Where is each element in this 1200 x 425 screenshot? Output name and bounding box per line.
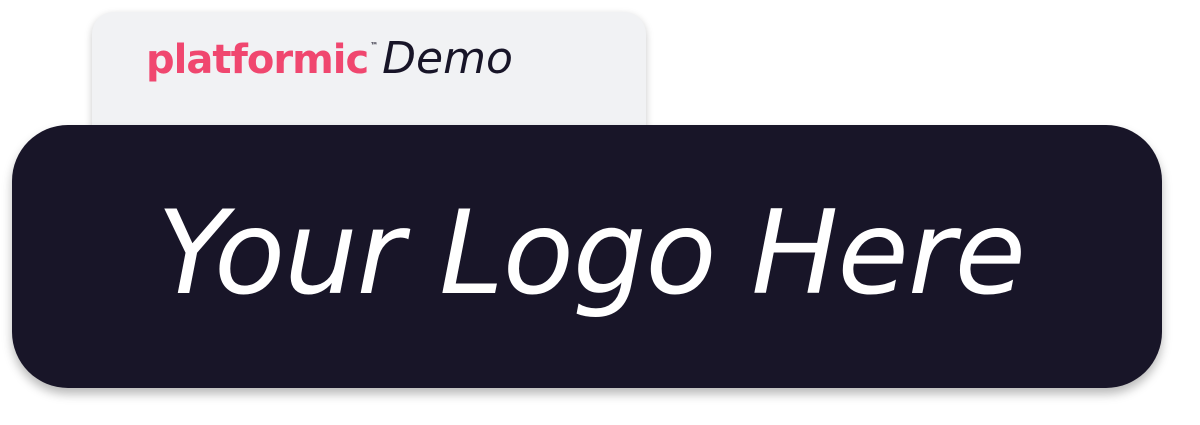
logo-banner: Your Logo Here — [12, 125, 1162, 388]
logo-card: platformic ™ Demo Your Logo Here — [0, 0, 1200, 425]
tab-label: platformic ™ Demo — [146, 33, 513, 103]
demo-label: Demo — [382, 33, 513, 84]
brand-name: platformic — [146, 37, 369, 83]
logo-placeholder-text: Your Logo Here — [157, 186, 1026, 321]
brand-wordmark: platformic ™ — [146, 37, 378, 83]
brand-trademark: ™ — [370, 41, 378, 50]
